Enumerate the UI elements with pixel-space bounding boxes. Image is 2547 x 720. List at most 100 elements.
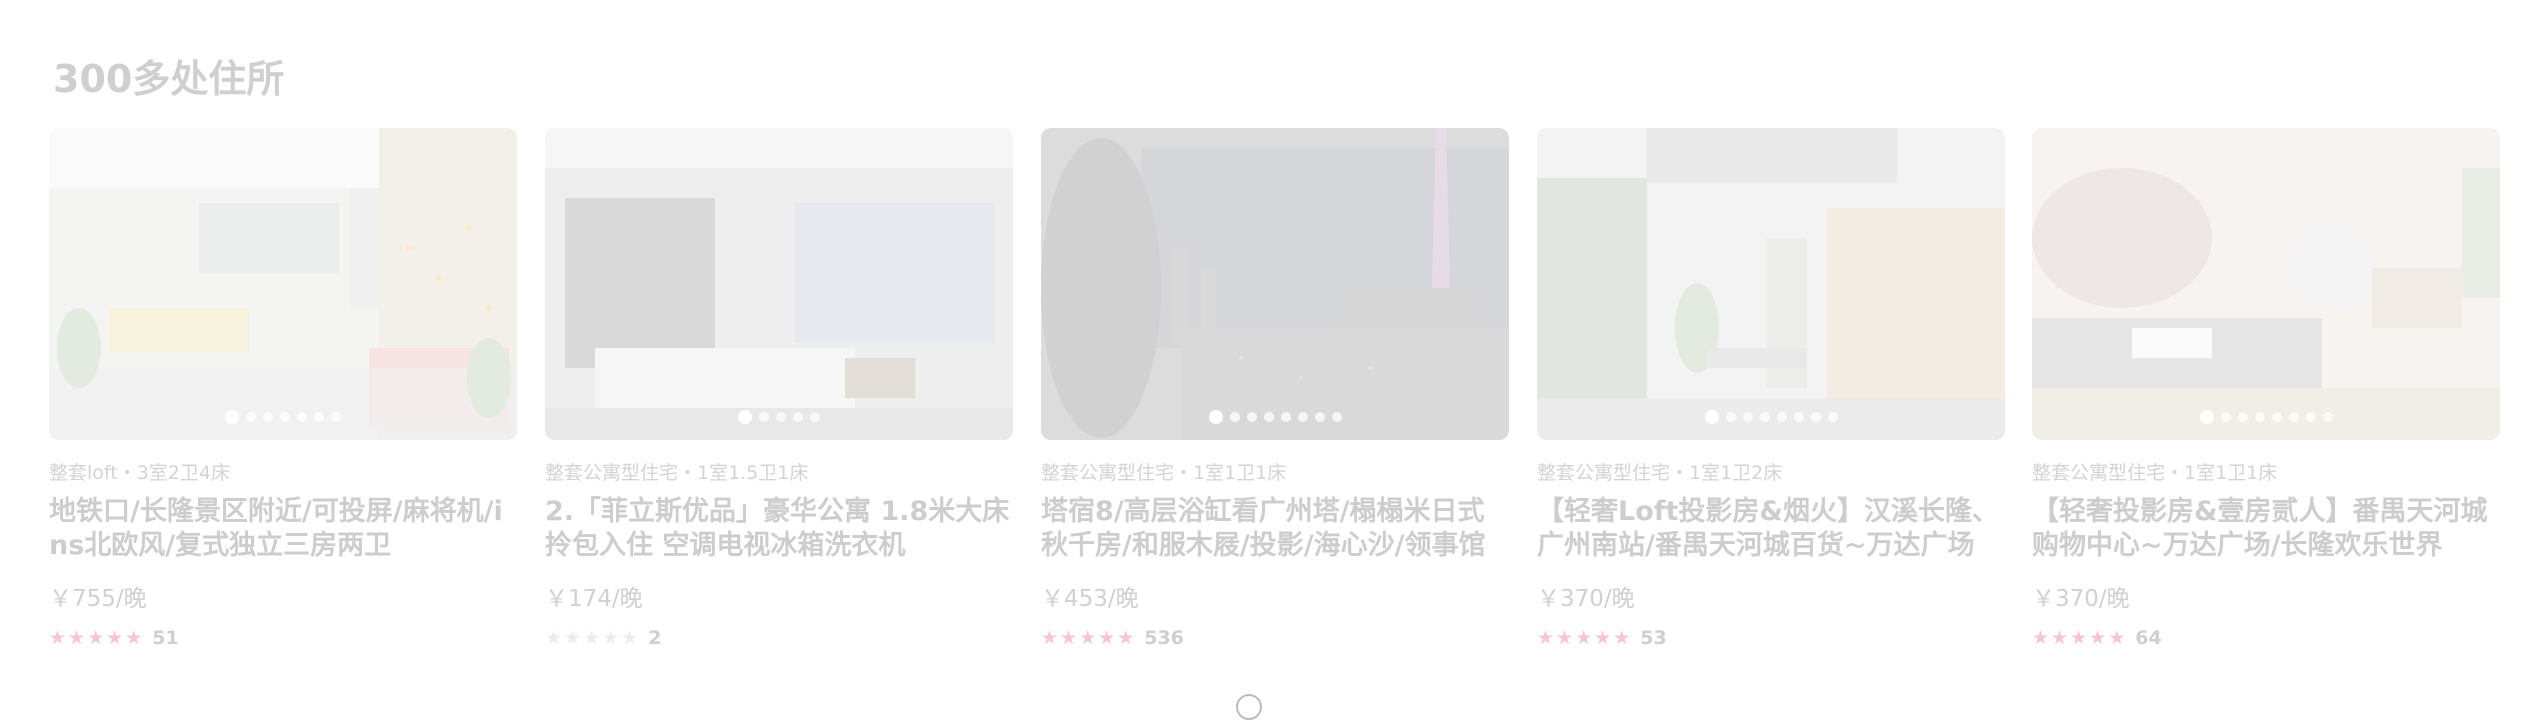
- star-rating: ★ ★ ★ ★ ★: [1041, 628, 1134, 648]
- photo-dot[interactable]: [776, 412, 786, 422]
- listing-rating: ★ ★ ★ ★ ★ 51: [49, 627, 517, 649]
- listing-rating: ★ ★ ★ ★ ★ 2: [545, 627, 1013, 649]
- listing-price: ￥174/晚: [545, 586, 643, 612]
- photo-dot[interactable]: [2220, 412, 2231, 422]
- photo-dot[interactable]: [2254, 412, 2265, 422]
- photo-dot[interactable]: [1725, 412, 1736, 422]
- photo-dot[interactable]: [1776, 412, 1787, 422]
- listing-rating: ★ ★ ★ ★ ★ 64: [2032, 627, 2500, 649]
- section-title: 300多处住所: [53, 57, 285, 101]
- listing-name[interactable]: 塔宿8/高层浴缸看广州塔/榻榻米日式秋千房/和服木屐/投影/海心沙/领事馆: [1041, 495, 1509, 563]
- listing-price: ￥370/晚: [2032, 586, 2130, 612]
- photo-dot[interactable]: [1229, 412, 1240, 422]
- star-icon: ★: [1613, 627, 1631, 649]
- listing-photo[interactable]: [545, 128, 1013, 440]
- photo-dot[interactable]: [1742, 412, 1753, 422]
- photo-dot[interactable]: [297, 412, 307, 422]
- photo-dot[interactable]: [331, 412, 341, 422]
- listing-meta: 整套公寓型住宅・1室1卫1床: [1041, 462, 1287, 484]
- star-rating: ★ ★ ★ ★ ★: [545, 628, 638, 648]
- listing-name[interactable]: 【轻奢投影房&壹房贰人】番禺天河城购物中心~万达广场/长隆欢乐世界: [2032, 495, 2500, 563]
- hotel-room-image: [545, 128, 1013, 440]
- listing-card[interactable]: 整套公寓型住宅・1室1.5卫1床 2.「菲立斯优品」豪华公寓 1.8米大床 拎包…: [545, 128, 1013, 649]
- star-rating: ★ ★ ★ ★ ★: [2032, 628, 2125, 648]
- photo-dot[interactable]: [759, 412, 769, 422]
- review-count: 64: [2135, 627, 2162, 649]
- photo-dot[interactable]: [1208, 410, 1223, 424]
- star-icon: ★: [1079, 627, 1097, 649]
- review-count: 51: [152, 627, 179, 649]
- photo-pager: [49, 410, 517, 424]
- photo-pager: [545, 410, 1013, 424]
- photo-dot[interactable]: [2271, 412, 2282, 422]
- photo-dot[interactable]: [738, 410, 752, 424]
- listing-price: ￥370/晚: [1537, 586, 1635, 612]
- carousel-pager-indicator[interactable]: [1236, 694, 1262, 720]
- listing-card[interactable]: 整套loft・3室2卫4床 地铁口/长隆景区附近/可投屏/麻将机/ins北欧风/…: [49, 128, 517, 649]
- photo-pager: [1537, 410, 2005, 424]
- photo-dot[interactable]: [2288, 412, 2299, 422]
- listing-meta: 整套公寓型住宅・1室1卫1床: [2032, 462, 2278, 484]
- bedroom-interior-image: [2032, 128, 2500, 440]
- listing-carousel: 整套loft・3室2卫4床 地铁口/长隆景区附近/可投屏/麻将机/ins北欧风/…: [49, 128, 2500, 649]
- photo-dot[interactable]: [225, 410, 239, 424]
- listing-card[interactable]: 整套公寓型住宅・1室1卫1床 【轻奢投影房&壹房贰人】番禺天河城购物中心~万达广…: [2032, 128, 2500, 649]
- star-icon: ★: [87, 627, 105, 649]
- photo-dot[interactable]: [1314, 412, 1325, 422]
- photo-dot[interactable]: [1280, 412, 1291, 422]
- photo-dot[interactable]: [246, 412, 256, 422]
- listing-photo[interactable]: [49, 128, 517, 440]
- loft-interior-image: [49, 128, 517, 440]
- listing-card[interactable]: 整套公寓型住宅・1室1卫1床 塔宿8/高层浴缸看广州塔/榻榻米日式秋千房/和服木…: [1041, 128, 1509, 649]
- photo-dot[interactable]: [793, 412, 803, 422]
- photo-dot[interactable]: [1263, 412, 1274, 422]
- star-icon: ★: [1594, 627, 1612, 649]
- star-icon: ★: [2108, 627, 2126, 649]
- listing-photo[interactable]: [2032, 128, 2500, 440]
- star-icon: ★: [564, 627, 582, 649]
- photo-dot[interactable]: [263, 412, 273, 422]
- listing-photo[interactable]: [1537, 128, 2005, 440]
- star-icon: ★: [1098, 627, 1116, 649]
- photo-dot[interactable]: [1704, 410, 1719, 424]
- star-icon: ★: [49, 627, 67, 649]
- review-count: 53: [1640, 627, 1667, 649]
- loft-projector-room-image: [1537, 128, 2005, 440]
- star-icon: ★: [2051, 627, 2069, 649]
- photo-dot[interactable]: [2322, 412, 2333, 422]
- star-icon: ★: [125, 627, 143, 649]
- star-icon: ★: [2089, 627, 2107, 649]
- listing-meta: 整套公寓型住宅・1室1.5卫1床: [545, 462, 809, 484]
- listing-photo[interactable]: [1041, 128, 1509, 440]
- photo-pager: [2032, 410, 2500, 424]
- photo-dot[interactable]: [1759, 412, 1770, 422]
- photo-dot[interactable]: [2199, 410, 2214, 424]
- photo-dot[interactable]: [1246, 412, 1257, 422]
- star-icon: ★: [2032, 627, 2050, 649]
- review-count: 2: [648, 627, 662, 649]
- listing-price: ￥755/晚: [49, 586, 147, 612]
- photo-dot[interactable]: [280, 412, 290, 422]
- star-icon: ★: [1575, 627, 1593, 649]
- listing-name[interactable]: 【轻奢Loft投影房&烟火】汉溪长隆、广州南站/番禺天河城百货~万达广场: [1537, 495, 2005, 563]
- photo-dot[interactable]: [1827, 412, 1838, 422]
- star-icon: ★: [2070, 627, 2088, 649]
- listing-meta: 整套公寓型住宅・1室1卫2床: [1537, 462, 1783, 484]
- listing-card[interactable]: 整套公寓型住宅・1室1卫2床 【轻奢Loft投影房&烟火】汉溪长隆、广州南站/番…: [1537, 128, 2005, 649]
- photo-dot[interactable]: [1297, 412, 1308, 422]
- star-icon: ★: [1041, 627, 1059, 649]
- night-city-view-image: [1041, 128, 1509, 440]
- star-icon: ★: [621, 627, 639, 649]
- photo-dot[interactable]: [1810, 412, 1821, 422]
- photo-dot[interactable]: [1331, 412, 1342, 422]
- photo-dot[interactable]: [2237, 412, 2248, 422]
- listing-name[interactable]: 2.「菲立斯优品」豪华公寓 1.8米大床 拎包入住 空调电视冰箱洗衣机: [545, 495, 1013, 563]
- photo-dot[interactable]: [314, 412, 324, 422]
- photo-dot[interactable]: [810, 412, 820, 422]
- star-icon: ★: [1537, 627, 1555, 649]
- photo-dot[interactable]: [1793, 412, 1804, 422]
- listing-meta: 整套loft・3室2卫4床: [49, 462, 230, 484]
- listing-name[interactable]: 地铁口/长隆景区附近/可投屏/麻将机/ins北欧风/复式独立三房两卫: [49, 495, 517, 563]
- star-icon: ★: [1556, 627, 1574, 649]
- photo-dot[interactable]: [2305, 412, 2316, 422]
